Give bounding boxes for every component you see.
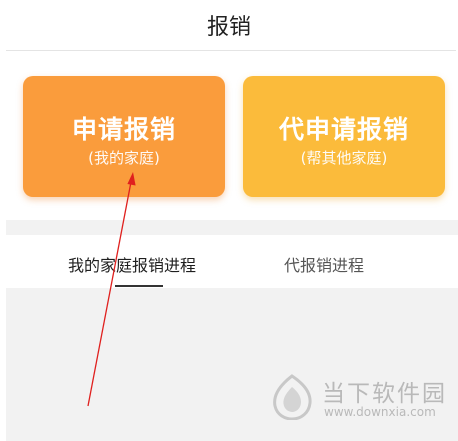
header-divider xyxy=(6,50,456,51)
page-title: 报销 xyxy=(206,15,251,40)
proxy-reimbursement-title: 代申请报销 xyxy=(278,115,409,144)
progress-tabs: 我的家庭报销进程 代报销进程 xyxy=(0,235,458,287)
watermark-url: www.downxia.com xyxy=(324,405,436,419)
tab-proxy-progress[interactable]: 代报销进程 xyxy=(284,252,364,276)
apply-reimbursement-subtitle: (我的家庭) xyxy=(88,149,160,167)
proxy-reimbursement-subtitle: (帮其他家庭) xyxy=(300,149,388,167)
proxy-reimbursement-card[interactable]: 代申请报销 (帮其他家庭) xyxy=(243,76,445,197)
apply-reimbursement-title: 申请报销 xyxy=(71,115,176,144)
app-header: 报销 xyxy=(0,0,458,50)
watermark: 当下软件园 www.downxia.com xyxy=(270,372,450,424)
tab-my-family-progress[interactable]: 我的家庭报销进程 xyxy=(68,252,196,276)
watermark-name: 当下软件园 xyxy=(322,381,447,407)
downxia-logo-icon xyxy=(273,374,312,420)
apply-reimbursement-card[interactable]: 申请报销 (我的家庭) xyxy=(23,76,225,197)
section-separator xyxy=(6,220,458,235)
active-tab-indicator xyxy=(115,285,163,287)
